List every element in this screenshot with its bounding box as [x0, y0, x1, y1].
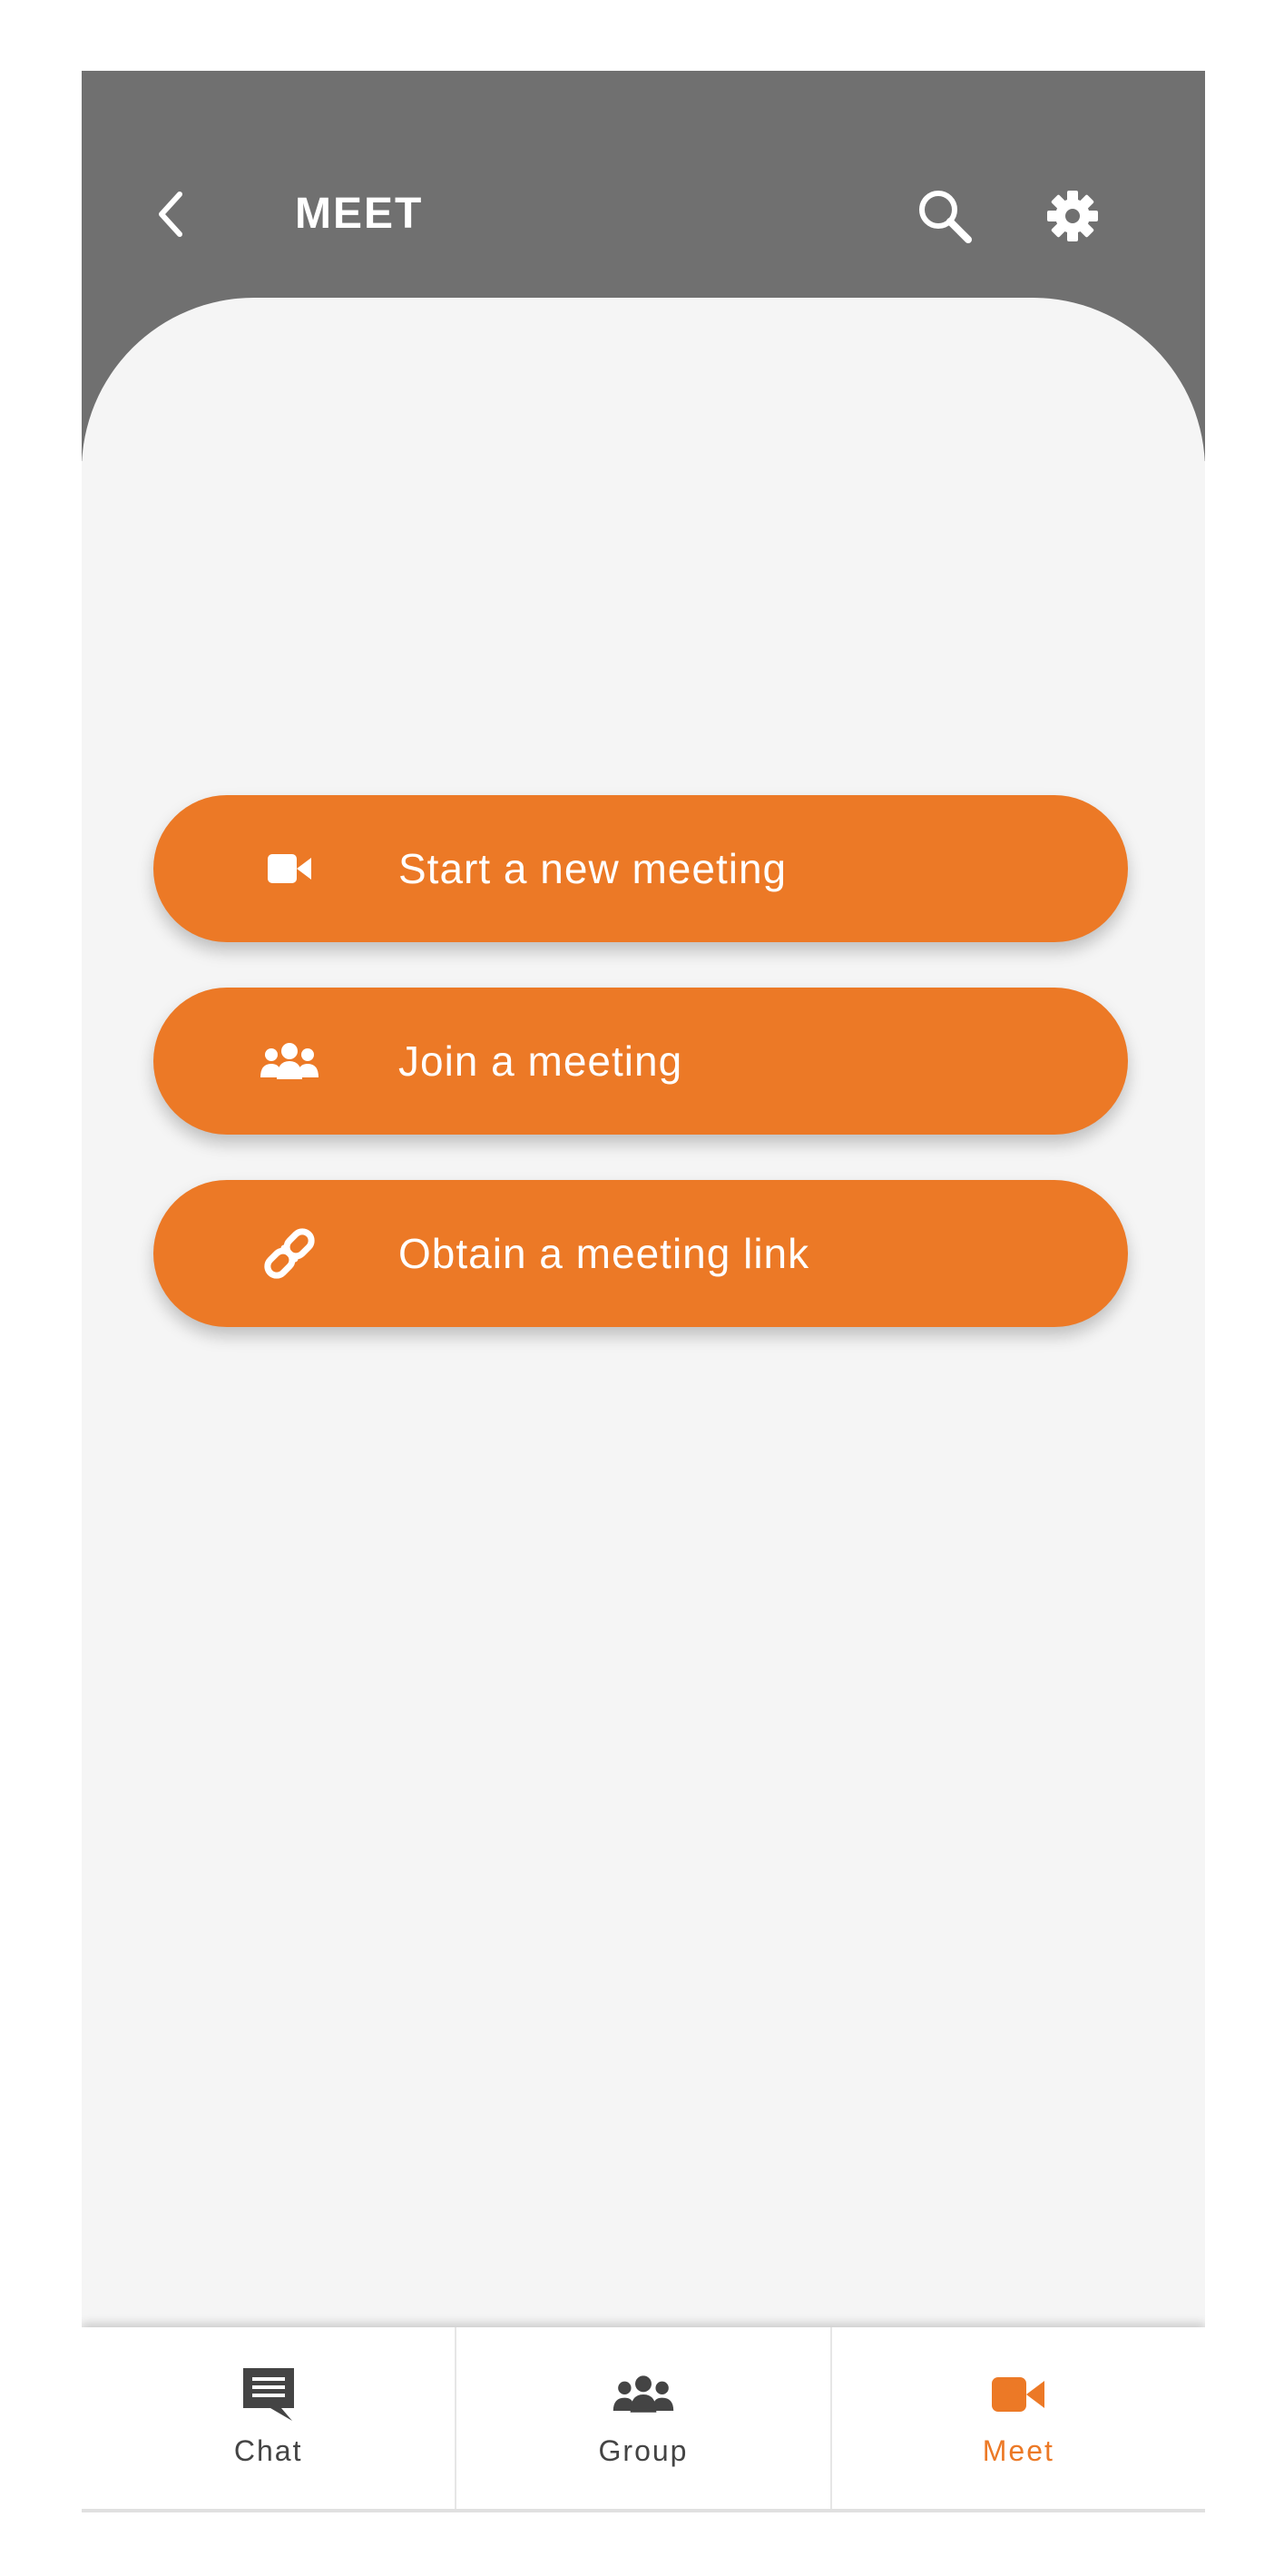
nav-label-group: Group [598, 2434, 689, 2467]
video-camera-icon [986, 2365, 1050, 2424]
nav-item-meet[interactable]: Meet [832, 2327, 1205, 2509]
video-camera-icon [258, 837, 321, 900]
nav-item-chat[interactable]: Chat [82, 2327, 457, 2509]
content-panel [82, 298, 1205, 752]
nav-label-chat: Chat [233, 2434, 303, 2467]
search-icon [919, 191, 972, 243]
bottom-navigation: Chat Group Meet [82, 2327, 1205, 2509]
app-screen: MEET Start a new meeting Join a meeting … [82, 71, 1205, 2512]
obtain-meeting-link-button[interactable]: Obtain a meeting link [153, 1180, 1128, 1327]
settings-button[interactable] [1042, 185, 1103, 247]
join-meeting-label: Join a meeting [398, 1037, 683, 1085]
page-title: MEET [295, 190, 424, 238]
nav-item-group[interactable]: Group [456, 2327, 832, 2509]
start-new-meeting-label: Start a new meeting [398, 845, 788, 892]
link-icon [258, 1222, 321, 1285]
chat-icon [237, 2365, 300, 2424]
back-button[interactable] [145, 189, 196, 240]
users-icon [258, 1029, 321, 1093]
group-icon [612, 2365, 675, 2424]
search-button[interactable] [914, 185, 975, 247]
join-meeting-button[interactable]: Join a meeting [153, 988, 1128, 1135]
gear-icon [1047, 191, 1098, 241]
bottom-divider [82, 2509, 1205, 2512]
nav-label-meet: Meet [982, 2434, 1054, 2467]
chevron-left-icon [159, 192, 182, 237]
obtain-meeting-link-label: Obtain a meeting link [398, 1230, 810, 1277]
start-new-meeting-button[interactable]: Start a new meeting [153, 795, 1128, 942]
